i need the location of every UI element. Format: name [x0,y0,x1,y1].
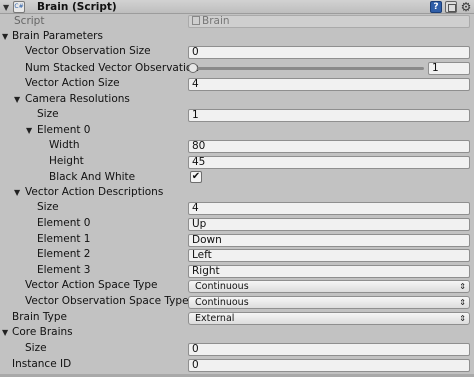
vector-action-size-field[interactable]: 4 [188,78,470,91]
instance-id-label: Instance ID [12,358,72,370]
preset-icon[interactable] [445,1,457,13]
description-element-label: Element 3 [37,264,91,276]
script-file-icon [192,16,200,25]
height-label: Height [49,155,84,167]
black-and-white-label: Black And White [49,171,136,183]
description-element-label: Element 0 [37,217,91,229]
foldout-arrow-icon[interactable]: ▼ [14,185,20,200]
descriptions-size-field[interactable]: 4 [188,202,470,215]
num-stacked-label: Num Stacked Vector Observation [25,62,199,74]
vector-action-space-type-select[interactable]: Continuous ⇕ [188,280,470,293]
foldout-arrow-icon[interactable]: ▼ [3,3,9,12]
script-icon: C# [13,1,25,13]
dropdown-arrows-icon: ⇕ [459,298,466,307]
core-brains-label[interactable]: Core Brains [12,325,73,340]
foldout-arrow-icon[interactable]: ▼ [2,325,8,340]
vector-observation-space-type-label: Vector Observation Space Type [25,295,189,307]
foldout-arrow-icon[interactable]: ▼ [26,123,32,138]
script-field[interactable]: Brain [188,15,470,28]
width-field[interactable]: 80 [188,140,470,153]
num-stacked-slider-track[interactable] [192,67,424,70]
instance-id-field[interactable]: 0 [188,359,470,372]
vector-observation-space-type-value: Continuous [195,297,249,308]
core-brains-size-label: Size [25,342,47,354]
description-element-field[interactable]: Left [188,249,470,262]
vector-observation-size-field[interactable]: 0 [188,46,470,59]
gear-icon[interactable]: ⚙ [460,1,472,13]
vector-action-descriptions-label[interactable]: Vector Action Descriptions [25,185,163,200]
brain-parameters-label[interactable]: Brain Parameters [12,29,103,44]
brain-type-value: External [195,313,235,324]
dropdown-arrows-icon: ⇕ [459,314,466,323]
vector-observation-size-label: Vector Observation Size [25,45,151,57]
description-element-label: Element 1 [37,233,91,245]
width-label: Width [49,139,80,151]
component-header[interactable]: ▼ C# Brain (Script) ? ⚙ [0,0,474,14]
num-stacked-slider-thumb[interactable] [188,63,198,73]
description-element-field[interactable]: Up [188,218,470,231]
vector-action-space-type-label: Vector Action Space Type [25,279,158,291]
script-label: Script [14,15,45,27]
vector-observation-space-type-select[interactable]: Continuous ⇕ [188,296,470,309]
camera-element-label[interactable]: Element 0 [37,123,91,138]
vector-action-size-label: Vector Action Size [25,77,120,89]
num-stacked-field[interactable]: 1 [428,62,470,75]
help-icon[interactable]: ? [430,1,442,13]
foldout-arrow-icon[interactable]: ▼ [14,92,20,107]
component-title: Brain (Script) [37,1,117,13]
brain-type-select[interactable]: External ⇕ [188,312,470,325]
description-element-field[interactable]: Right [188,265,470,278]
description-element-field[interactable]: Down [188,234,470,247]
foldout-arrow-icon[interactable]: ▼ [2,29,8,44]
black-and-white-checkbox[interactable]: ✔ [190,171,202,183]
vector-action-space-type-value: Continuous [195,281,249,292]
descriptions-size-label: Size [37,201,59,213]
camera-size-field[interactable]: 1 [188,109,470,122]
core-brains-size-field[interactable]: 0 [188,343,470,356]
dropdown-arrows-icon: ⇕ [459,282,466,291]
camera-size-label: Size [37,108,59,120]
height-field[interactable]: 45 [188,156,470,169]
script-value: Brain [202,15,230,27]
brain-type-label: Brain Type [12,311,67,323]
description-element-label: Element 2 [37,248,91,260]
camera-resolutions-label[interactable]: Camera Resolutions [25,92,130,107]
